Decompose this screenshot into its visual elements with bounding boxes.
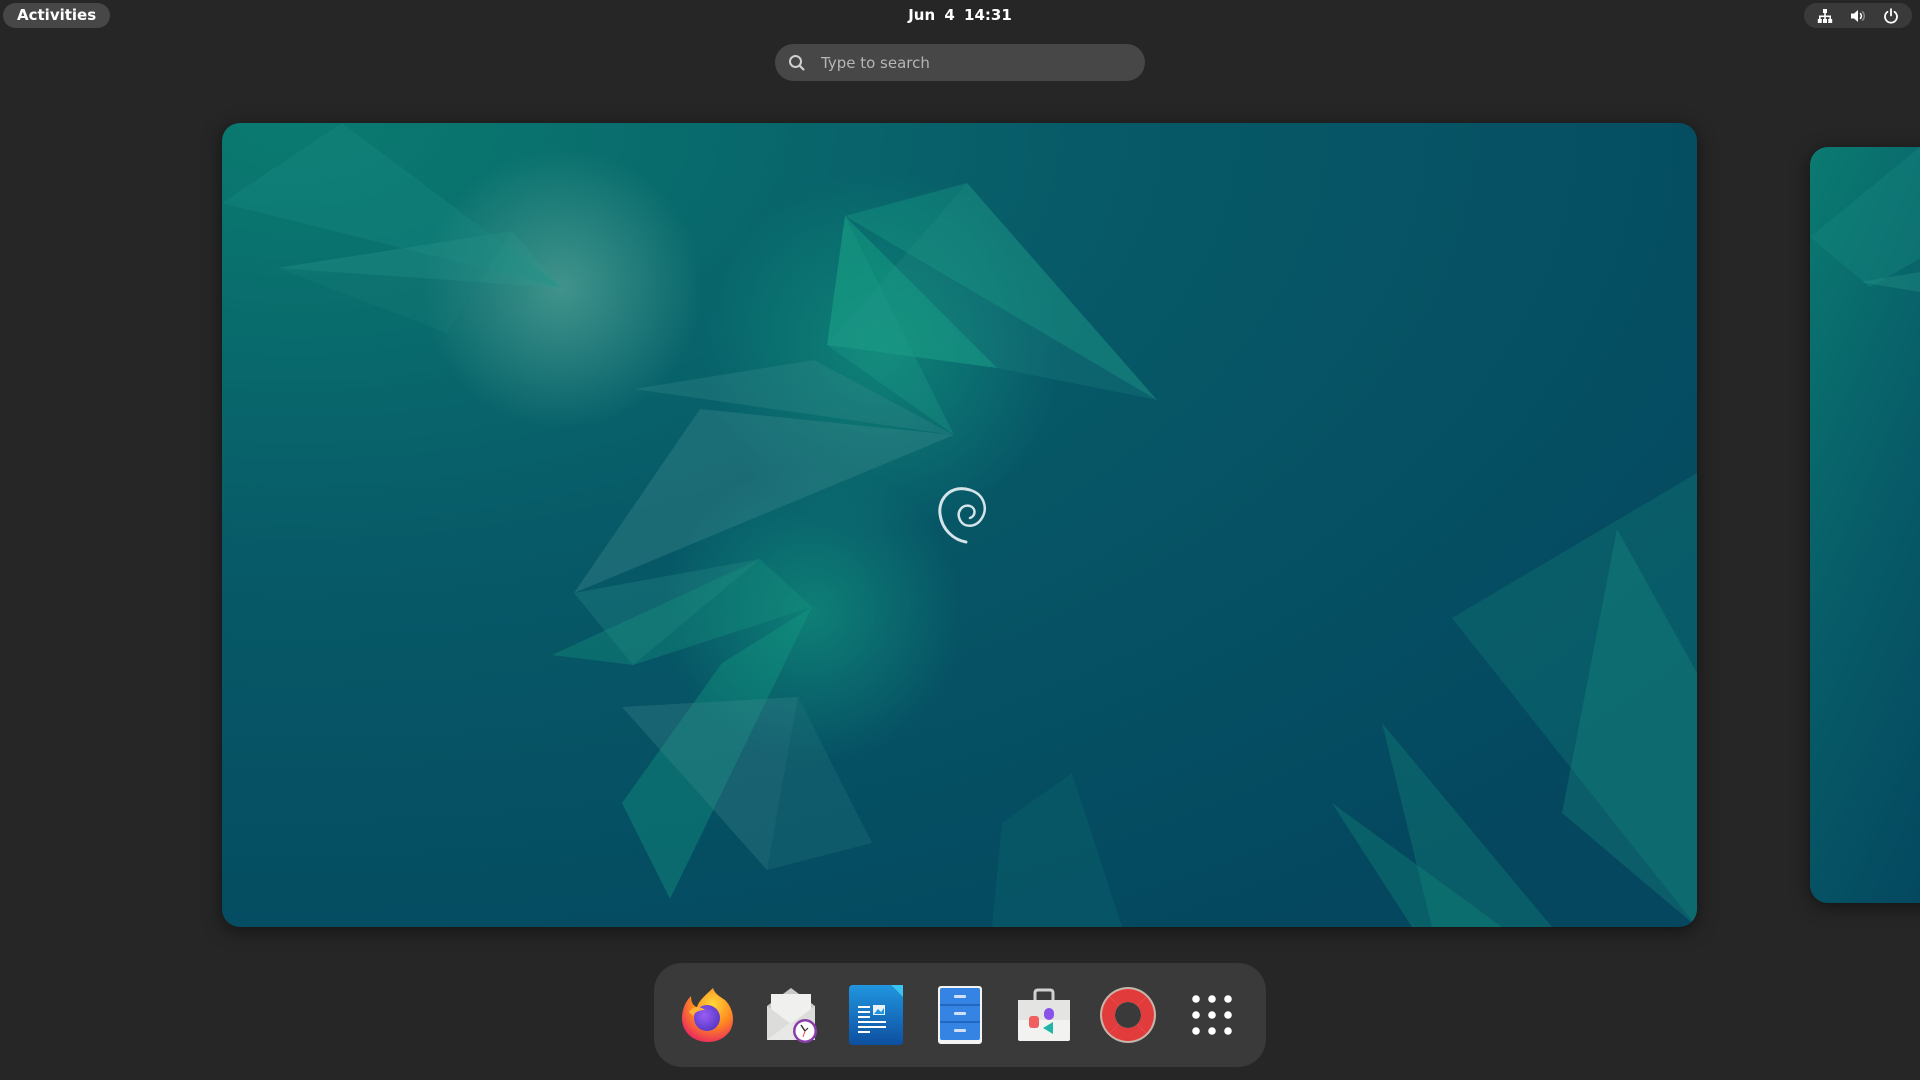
dock-item-libreoffice-writer[interactable] bbox=[836, 975, 916, 1055]
file-cabinet-icon bbox=[938, 986, 982, 1044]
system-status-menu[interactable] bbox=[1804, 3, 1912, 28]
document-writer-icon bbox=[849, 985, 903, 1045]
dock-item-help[interactable] bbox=[1088, 975, 1168, 1055]
search-icon bbox=[787, 53, 807, 73]
workspace-thumbnail-next[interactable] bbox=[1810, 147, 1920, 903]
mail-clock-icon bbox=[767, 988, 817, 1043]
network-wired-icon bbox=[1817, 8, 1833, 24]
search-entry[interactable] bbox=[775, 44, 1145, 81]
top-bar: Activities Jun 4 14:31 bbox=[0, 0, 1920, 30]
lifebuoy-icon bbox=[1100, 987, 1156, 1043]
volume-icon bbox=[1850, 8, 1866, 24]
dash-dock bbox=[654, 963, 1266, 1067]
dock-item-firefox[interactable] bbox=[668, 975, 748, 1055]
power-icon bbox=[1883, 7, 1899, 24]
wallpaper-next bbox=[1810, 147, 1920, 903]
dock-item-evolution[interactable] bbox=[752, 975, 832, 1055]
app-grid-icon bbox=[1192, 995, 1232, 1035]
search-input[interactable] bbox=[819, 52, 1123, 73]
dock-item-files[interactable] bbox=[920, 975, 1000, 1055]
software-store-bag-icon bbox=[1018, 988, 1070, 1041]
show-applications-button[interactable] bbox=[1172, 975, 1252, 1055]
clock-button[interactable]: Jun 4 14:31 bbox=[0, 0, 1920, 30]
dock-item-software[interactable] bbox=[1004, 975, 1084, 1055]
debian-logo-icon bbox=[938, 487, 986, 544]
firefox-icon bbox=[681, 988, 733, 1042]
workspace-thumbnail-active[interactable] bbox=[222, 123, 1697, 927]
